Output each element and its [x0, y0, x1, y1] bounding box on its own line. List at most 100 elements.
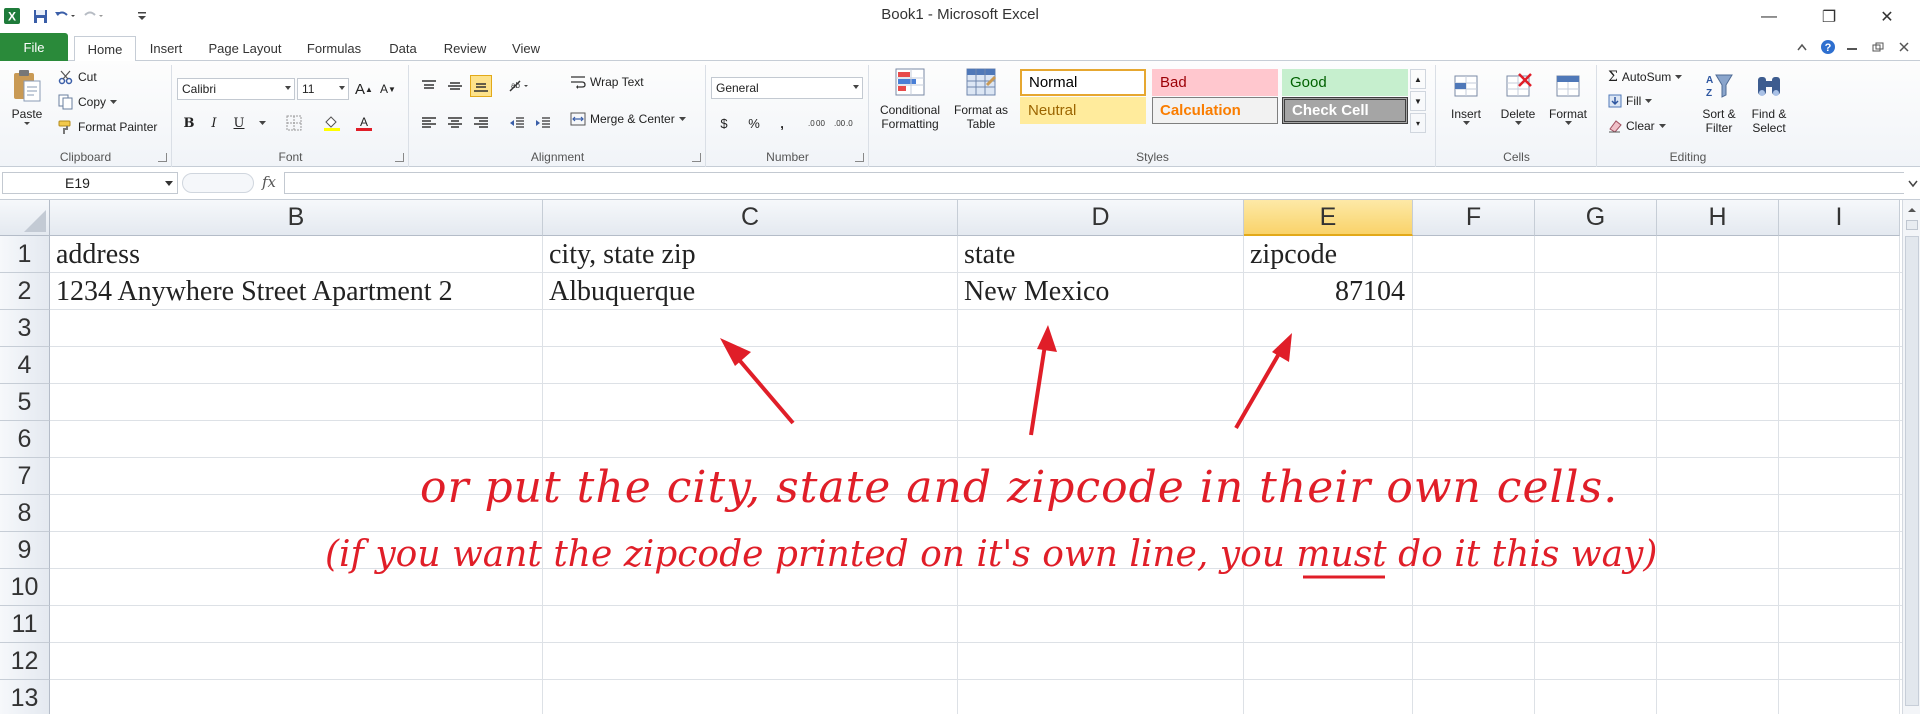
scroll-thumb[interactable]: [1905, 236, 1919, 706]
font-size-combo[interactable]: 11: [297, 78, 349, 100]
find-select-button[interactable]: Find & Select: [1744, 69, 1794, 135]
row-header-13[interactable]: 13: [0, 680, 50, 714]
workbook-minimize-icon[interactable]: [1843, 39, 1861, 55]
tab-home[interactable]: Home: [74, 36, 136, 62]
cut-button[interactable]: Cut: [58, 69, 97, 85]
currency-button[interactable]: $: [713, 112, 735, 134]
cell-e1[interactable]: zipcode: [1250, 236, 1337, 273]
row-header-7[interactable]: 7: [0, 458, 50, 495]
cell-style-good[interactable]: Good: [1282, 69, 1408, 96]
font-launcher-icon[interactable]: [395, 153, 404, 162]
decrease-decimal-button[interactable]: .00.0: [833, 112, 855, 134]
column-header-b[interactable]: B: [50, 200, 543, 236]
align-right-button[interactable]: [470, 112, 492, 134]
close-button[interactable]: ✕: [1864, 0, 1910, 33]
row-header-9[interactable]: 9: [0, 532, 50, 569]
row-header-2[interactable]: 2: [0, 273, 50, 310]
cell-c1[interactable]: city, state zip: [549, 236, 696, 273]
increase-decimal-button[interactable]: .0 00: [807, 112, 829, 134]
column-header-d[interactable]: D: [958, 200, 1244, 236]
row-header-4[interactable]: 4: [0, 347, 50, 384]
styles-scroll-down-icon[interactable]: ▼: [1410, 91, 1426, 111]
select-all-corner[interactable]: [0, 200, 50, 236]
restore-button[interactable]: ❐: [1806, 0, 1852, 33]
borders-button[interactable]: [283, 112, 305, 134]
row-header-1[interactable]: 1: [0, 236, 50, 273]
format-as-table-button[interactable]: Format as Table: [950, 65, 1012, 131]
minimize-button[interactable]: —: [1746, 0, 1792, 33]
paste-button[interactable]: Paste: [6, 69, 48, 127]
tab-review[interactable]: Review: [436, 36, 494, 61]
tab-view[interactable]: View: [502, 36, 550, 61]
increase-indent-button[interactable]: [532, 112, 554, 134]
italic-button[interactable]: I: [203, 112, 225, 134]
align-left-button[interactable]: [418, 112, 440, 134]
workbook-close-icon[interactable]: [1895, 39, 1913, 55]
merge-center-button[interactable]: Merge & Center: [570, 112, 686, 126]
number-format-combo[interactable]: General: [711, 77, 863, 99]
styles-scroll-up-icon[interactable]: ▲: [1410, 69, 1426, 89]
percent-button[interactable]: %: [743, 112, 765, 134]
cell-style-normal[interactable]: Normal: [1020, 69, 1146, 96]
format-painter-button[interactable]: Format Painter: [58, 119, 157, 135]
column-header-f[interactable]: F: [1413, 200, 1535, 236]
delete-cells-button[interactable]: Delete: [1493, 69, 1543, 126]
cell-b2[interactable]: 1234 Anywhere Street Apartment 2: [56, 273, 453, 310]
tab-insert[interactable]: Insert: [140, 36, 192, 61]
tab-formulas[interactable]: Formulas: [298, 36, 370, 61]
underline-button[interactable]: U: [228, 112, 250, 134]
scroll-up-icon[interactable]: [1906, 204, 1918, 216]
align-center-button[interactable]: [444, 112, 466, 134]
expand-formula-bar-icon[interactable]: [1908, 177, 1918, 191]
tab-page-layout[interactable]: Page Layout: [200, 36, 290, 61]
row-header-10[interactable]: 10: [0, 569, 50, 606]
cell-b1[interactable]: address: [56, 236, 140, 273]
row-header-11[interactable]: 11: [0, 606, 50, 643]
copy-button[interactable]: Copy: [58, 94, 118, 110]
fill-color-button[interactable]: [321, 112, 343, 134]
row-header-6[interactable]: 6: [0, 421, 50, 458]
vertical-scrollbar[interactable]: [1902, 200, 1920, 714]
font-color-button[interactable]: A: [353, 112, 375, 134]
name-box[interactable]: E19: [2, 172, 178, 194]
column-header-h[interactable]: H: [1657, 200, 1779, 236]
column-header-e[interactable]: E: [1244, 200, 1413, 236]
cell-style-calculation[interactable]: Calculation: [1152, 97, 1278, 124]
row-header-12[interactable]: 12: [0, 643, 50, 680]
conditional-formatting-button[interactable]: Conditional Formatting: [874, 65, 946, 131]
formula-input[interactable]: [284, 172, 1904, 194]
column-header-i[interactable]: I: [1779, 200, 1900, 236]
number-launcher-icon[interactable]: [855, 153, 864, 162]
alignment-launcher-icon[interactable]: [692, 153, 701, 162]
help-icon[interactable]: ?: [1819, 39, 1837, 55]
minimize-ribbon-icon[interactable]: [1793, 39, 1811, 55]
autosum-button[interactable]: Σ AutoSum: [1608, 69, 1683, 85]
font-name-combo[interactable]: Calibri: [177, 78, 295, 100]
workbook-restore-icon[interactable]: [1869, 39, 1887, 55]
underline-dropdown-icon[interactable]: [251, 112, 273, 134]
fill-button[interactable]: Fill: [1608, 94, 1653, 108]
column-header-c[interactable]: C: [543, 200, 958, 236]
tab-data[interactable]: Data: [378, 36, 428, 61]
grow-font-button[interactable]: A ▲: [353, 78, 375, 100]
styles-more-icon[interactable]: ▾: [1410, 113, 1426, 133]
sort-filter-button[interactable]: AZ Sort & Filter: [1694, 69, 1744, 135]
format-cells-button[interactable]: Format: [1543, 69, 1593, 126]
insert-function-icon[interactable]: fx: [262, 173, 282, 193]
align-middle-button[interactable]: [444, 75, 466, 97]
tab-file[interactable]: File: [0, 33, 68, 61]
row-header-3[interactable]: 3: [0, 310, 50, 347]
clear-button[interactable]: Clear: [1608, 119, 1666, 133]
bold-button[interactable]: B: [178, 112, 200, 134]
cell-d1[interactable]: state: [964, 236, 1015, 273]
insert-cells-button[interactable]: Insert: [1441, 69, 1491, 126]
wrap-text-button[interactable]: Wrap Text: [570, 75, 644, 89]
cell-c2[interactable]: Albuquerque: [549, 273, 695, 310]
clipboard-launcher-icon[interactable]: [158, 153, 167, 162]
align-bottom-button[interactable]: [470, 75, 492, 97]
row-header-8[interactable]: 8: [0, 495, 50, 532]
cell-style-neutral[interactable]: Neutral: [1020, 97, 1146, 124]
comma-button[interactable]: ,: [771, 112, 793, 134]
cell-d2[interactable]: New Mexico: [964, 273, 1109, 310]
cell-e2[interactable]: 87104: [1244, 273, 1405, 310]
